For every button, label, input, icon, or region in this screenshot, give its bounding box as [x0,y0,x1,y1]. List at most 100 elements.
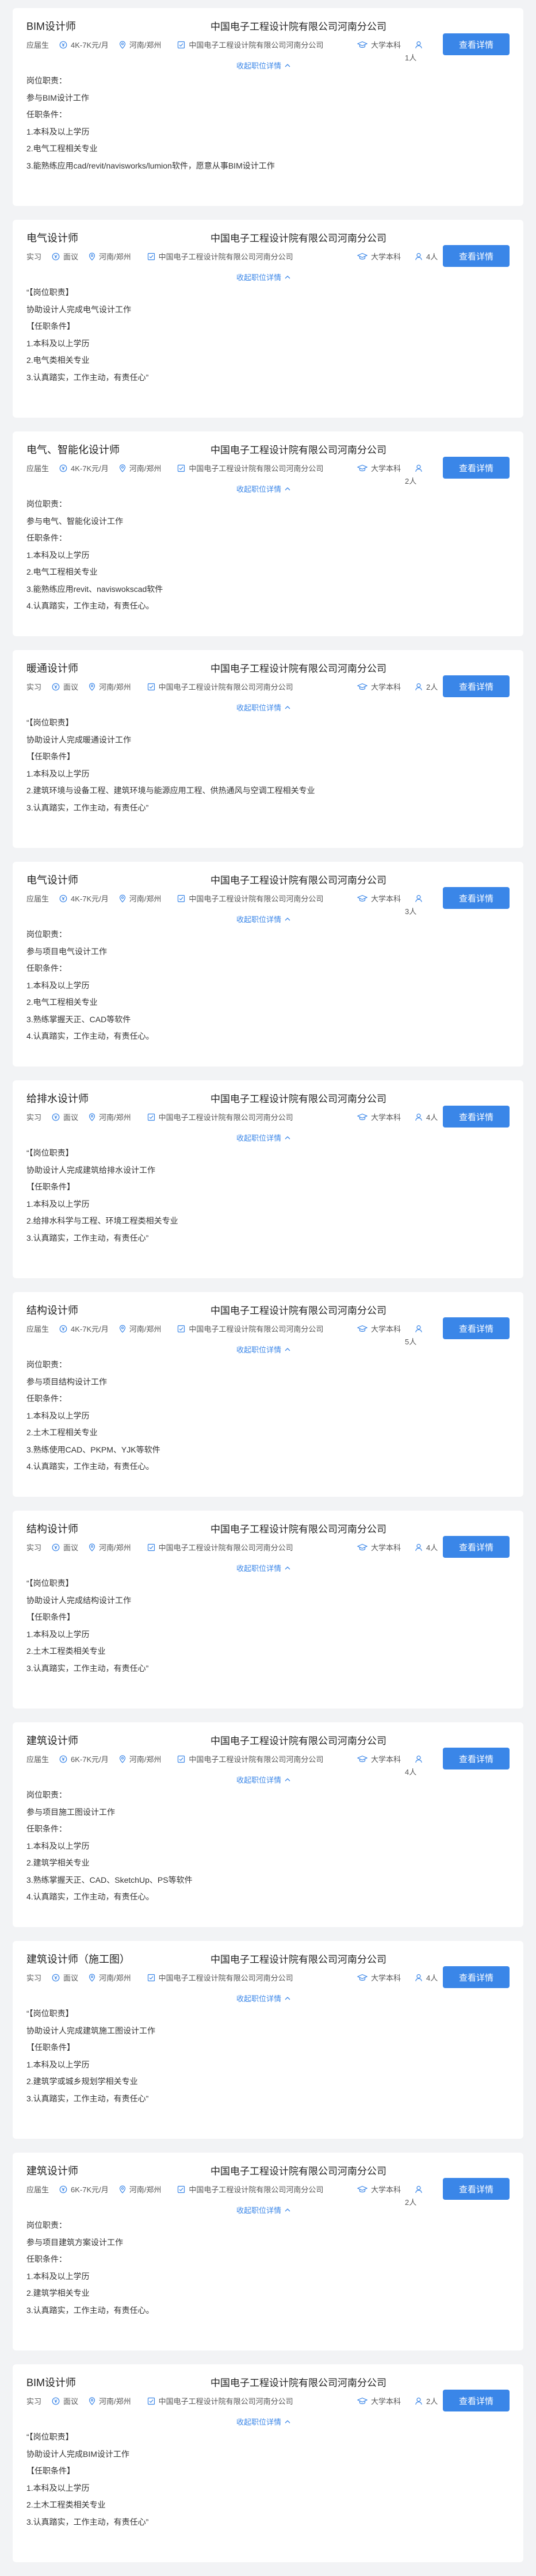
collapse-detail-link[interactable]: 收起职位详情 [236,702,290,713]
job-title[interactable]: 建筑设计师 [26,1733,78,1748]
job-type: 应届生 [26,2185,49,2194]
description-line: 任职条件： [26,1824,67,1833]
description-line: 协助设计人完成建筑给排水设计工作 [26,1165,155,1175]
description-line: 岗位职责： [26,1360,67,1369]
chevron-up-icon [285,916,290,923]
headcount-text: 4人 [405,1768,417,1776]
graduation-cap-icon [357,1325,367,1333]
company-name[interactable]: 中国电子工程设计院有限公司河南分公司 [210,872,386,886]
job-title[interactable]: 建筑设计师（施工图） [26,1951,130,1966]
company-name[interactable]: 中国电子工程设计院有限公司河南分公司 [210,660,386,675]
company-name[interactable]: 中国电子工程设计院有限公司河南分公司 [210,1733,386,1747]
person-icon [415,895,423,903]
company-name[interactable]: 中国电子工程设计院有限公司河南分公司 [210,18,386,33]
description-line: 4.认真踏实，工作主动，有责任心。 [26,1462,154,1471]
salary-text: 面议 [63,253,79,261]
salary-item: 4K-7K元/月 [59,39,109,50]
job-title[interactable]: BIM设计师 [26,18,76,33]
job-card: 结构设计师 中国电子工程设计院有限公司河南分公司 实习 面议 河南/郑州 中国电… [13,1511,523,1709]
company-name[interactable]: 中国电子工程设计院有限公司河南分公司 [210,1302,386,1317]
company-name[interactable]: 中国电子工程设计院有限公司河南分公司 [210,1951,386,1966]
company-name[interactable]: 中国电子工程设计院有限公司河南分公司 [210,1521,386,1535]
job-card: 结构设计师 中国电子工程设计院有限公司河南分公司 应届生 4K-7K元/月 河南… [13,1292,523,1497]
chevron-up-icon [285,1995,290,2002]
collapse-detail-link[interactable]: 收起职位详情 [236,60,290,71]
company-name[interactable]: 中国电子工程设计院有限公司河南分公司 [210,230,386,244]
company-name[interactable]: 中国电子工程设计院有限公司河南分公司 [210,1091,386,1105]
description-line: 2.建筑学相关专业 [26,2288,90,2298]
description-line: 1.本科及以上学历 [26,2059,90,2069]
description-line: 2.土木工程相关专业 [26,1428,98,1437]
collapse-detail-link[interactable]: 收起职位详情 [236,1132,290,1143]
collapse-detail-link[interactable]: 收起职位详情 [236,1344,290,1355]
collapse-detail-label: 收起职位详情 [236,485,282,494]
location-text: 河南/郑州 [99,1543,131,1552]
collapse-detail-link[interactable]: 收起职位详情 [236,1774,290,1785]
description-line: 岗位职责： [26,499,67,509]
company-meta-text: 中国电子工程设计院有限公司河南分公司 [158,253,293,261]
collapse-detail-link[interactable]: 收起职位详情 [236,2416,290,2427]
view-detail-button[interactable]: 查看详情 [443,887,510,909]
headcount-text: 3人 [405,907,417,916]
view-detail-button[interactable]: 查看详情 [443,2178,510,2200]
job-meta-row: 应届生 6K-7K元/月 河南/郑州 中国电子工程设计院有限公司河南分公司 大学… [26,2184,422,2195]
view-detail-button[interactable]: 查看详情 [443,675,510,697]
job-card: 电气设计师 中国电子工程设计院有限公司河南分公司 实习 面议 河南/郑州 中国电… [13,220,523,418]
company-name[interactable]: 中国电子工程设计院有限公司河南分公司 [210,2375,386,2389]
description-line: 1.本科及以上学历 [26,2483,90,2493]
company-license-icon [147,1974,155,1982]
view-detail-button[interactable]: 查看详情 [443,245,510,267]
view-detail-button[interactable]: 查看详情 [443,2390,510,2411]
description-line: 协助设计人完成电气设计工作 [26,304,131,314]
salary-icon [59,1325,67,1333]
location-item: 河南/郑州 [89,1972,131,1983]
education-text: 大学本科 [371,2397,401,2406]
collapse-detail-link[interactable]: 收起职位详情 [236,2204,290,2215]
job-title[interactable]: 电气设计师 [26,872,78,887]
person-icon [415,2397,423,2405]
view-detail-button[interactable]: 查看详情 [443,1106,510,1128]
company-meta-item: 中国电子工程设计院有限公司河南分公司 [147,1111,293,1122]
view-detail-button[interactable]: 查看详情 [443,457,510,479]
view-detail-button[interactable]: 查看详情 [443,33,510,55]
view-detail-button[interactable]: 查看详情 [443,1966,510,1988]
company-name[interactable]: 中国电子工程设计院有限公司河南分公司 [210,442,386,456]
education-text: 大学本科 [371,1543,401,1552]
description-line: 4.认真踏实，工作主动，有责任心。 [26,1031,154,1041]
job-title[interactable]: 结构设计师 [26,1302,78,1317]
collapse-detail-link[interactable]: 收起职位详情 [236,914,290,924]
headcount-item [415,1325,426,1333]
headcount-text: 2人 [426,2397,438,2406]
collapse-detail-link[interactable]: 收起职位详情 [236,272,290,282]
location-pin-icon [119,464,126,472]
description-line: 参与项目施工图设计工作 [26,1807,115,1817]
job-title[interactable]: 结构设计师 [26,1521,78,1536]
company-name[interactable]: 中国电子工程设计院有限公司河南分公司 [210,2163,386,2177]
job-title[interactable]: 建筑设计师 [26,2163,78,2178]
job-title[interactable]: BIM设计师 [26,2375,76,2390]
location-pin-icon [119,894,126,903]
location-item: 河南/郑州 [89,251,131,262]
education-text: 大学本科 [371,683,401,691]
view-detail-button[interactable]: 查看详情 [443,1748,510,1769]
job-title[interactable]: 电气、智能化设计师 [26,442,120,457]
job-description: “【岗位职责】 协助设计人完成暖通设计工作 【任职条件】 1.本科及以上学历 2.建筑环… [26,714,510,816]
job-title[interactable]: 给排水设计师 [26,1091,89,1106]
salary-text: 4K-7K元/月 [71,464,109,473]
location-item: 河南/郑州 [89,2395,131,2406]
view-detail-button[interactable]: 查看详情 [443,1536,510,1558]
collapse-detail-link[interactable]: 收起职位详情 [236,1562,290,1573]
job-title[interactable]: 暖通设计师 [26,660,78,675]
company-meta-item: 中国电子工程设计院有限公司河南分公司 [147,1542,293,1553]
salary-item: 面议 [52,2395,78,2406]
view-detail-button[interactable]: 查看详情 [443,1317,510,1339]
company-meta-text: 中国电子工程设计院有限公司河南分公司 [158,1113,293,1122]
location-item: 河南/郑州 [119,893,161,904]
job-title[interactable]: 电气设计师 [26,230,78,245]
location-item: 河南/郑州 [119,1753,161,1764]
education-item: 大学本科 [357,1111,401,1122]
description-line: “【岗位职责】 [26,718,74,727]
collapse-detail-link[interactable]: 收起职位详情 [236,483,290,494]
job-description: “【岗位职责】 协助设计人完成结构设计工作 【任职条件】 1.本科及以上学历 2.土木工… [26,1575,510,1677]
collapse-detail-link[interactable]: 收起职位详情 [236,1993,290,2004]
